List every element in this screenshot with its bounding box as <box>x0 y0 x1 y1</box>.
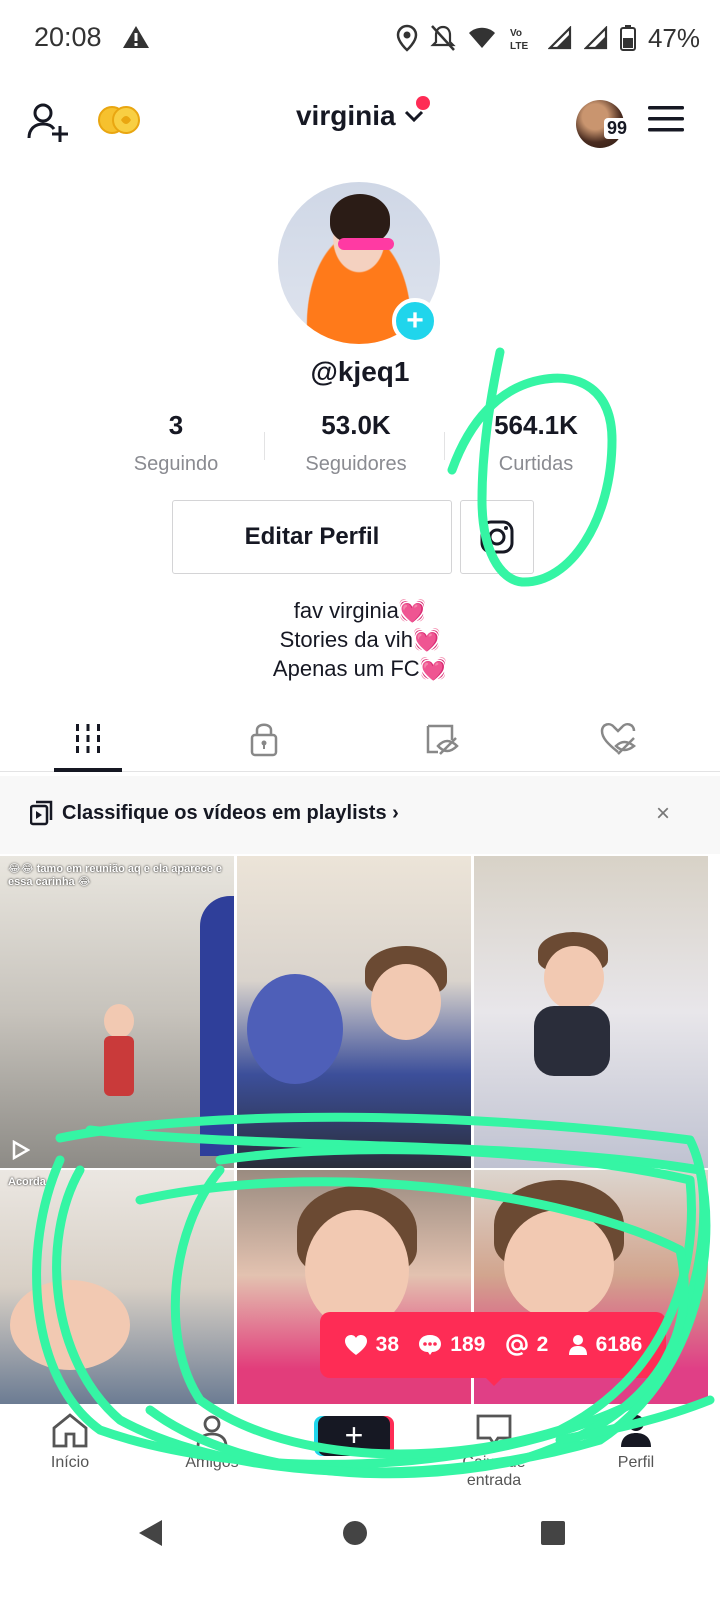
stat-value: 564.1K <box>494 410 578 440</box>
nav-label: Início <box>50 1454 90 1471</box>
tooltip-likes: 38 <box>344 1333 399 1357</box>
video-thumbnail[interactable] <box>474 856 708 1168</box>
grid-icon[interactable] <box>68 718 108 758</box>
eye-off-icon[interactable] <box>422 718 462 758</box>
baby-figure <box>104 1004 134 1038</box>
stat-label: Curtidas <box>498 453 574 475</box>
heart-icon <box>344 1335 367 1355</box>
wifi-icon <box>468 27 495 48</box>
video-thumbnail[interactable]: Acorda <box>0 1170 234 1404</box>
close-icon[interactable]: × <box>656 800 670 828</box>
profile-handle: @kjeq1 <box>310 356 410 387</box>
heart-eye-off-icon[interactable] <box>598 718 638 758</box>
system-nav <box>0 1488 720 1600</box>
baby-clothes <box>104 1036 134 1096</box>
baby-face <box>504 1210 614 1320</box>
nav-inbox[interactable]: Caixa de entrada <box>434 1412 554 1490</box>
play-icon <box>12 1140 30 1160</box>
bio-line: Stories da vih💓 <box>279 627 441 652</box>
home-button-icon[interactable] <box>340 1518 370 1548</box>
baby-face <box>10 1280 130 1370</box>
stat-following[interactable]: 3 Seguindo <box>86 410 266 480</box>
edit-profile-button[interactable]: Editar Perfil <box>172 500 452 574</box>
nav-label: Caixa de entrada <box>462 1454 526 1489</box>
status-bar: 20:08 Vo LTE 47% <box>0 0 720 78</box>
profile-bio: fav virginia💓 Stories da vih💓 Apenas um … <box>0 596 720 683</box>
notification-dot <box>416 96 430 110</box>
recents-icon[interactable] <box>538 1518 568 1548</box>
instagram-button[interactable] <box>460 500 534 574</box>
instagram-icon <box>480 520 514 554</box>
profile-icon <box>621 1415 651 1447</box>
playlist-banner[interactable]: Classifique os vídeos em playlists › × <box>0 776 720 854</box>
plush-toy <box>247 974 343 1084</box>
nav-label: Amigos <box>185 1454 239 1471</box>
menu-icon[interactable] <box>648 104 684 134</box>
back-icon[interactable] <box>136 1518 166 1548</box>
bio-line: fav virginia💓 <box>293 598 427 623</box>
battery-level: 47% <box>647 22 700 53</box>
tooltip-comments: 189 <box>418 1333 485 1357</box>
stat-label: Seguidores <box>305 453 407 475</box>
tooltip-arrow <box>484 1376 504 1386</box>
person-icon <box>568 1335 587 1355</box>
profile-header: virginia 99 <box>0 90 720 154</box>
mute-icon <box>430 25 456 51</box>
baby-face <box>544 946 604 1010</box>
battery-icon <box>619 25 636 51</box>
tooltip-followers: 6186 <box>568 1333 642 1357</box>
baby-pajamas <box>534 1006 610 1076</box>
stat-divider <box>264 432 265 460</box>
stat-divider <box>444 432 445 460</box>
signal-icon <box>547 26 572 50</box>
bottom-nav: Início Amigos + Caixa de entrada Perfil <box>0 1404 720 1489</box>
video-caption: 😂😂 tamo em reunião aq e ela aparece e es… <box>8 863 223 888</box>
person-shape <box>200 896 234 1156</box>
nav-home[interactable]: Início <box>10 1412 130 1472</box>
volte-icon: Vo LTE <box>510 28 528 52</box>
create-button[interactable]: + <box>318 1416 390 1456</box>
signal-icon <box>583 26 608 50</box>
svg-text:Vo: Vo <box>510 28 522 39</box>
stat-value: 3 <box>168 410 184 440</box>
avatar-hair <box>330 194 390 244</box>
status-time: 20:08 <box>34 22 102 52</box>
avatar-glasses <box>338 238 394 250</box>
bio-line: Apenas um FC💓 <box>272 656 448 681</box>
inbox-icon <box>476 1414 512 1447</box>
location-icon <box>396 24 418 52</box>
video-thumbnail[interactable]: 😂😂 tamo em reunião aq e ela aparece e es… <box>0 856 234 1168</box>
playlist-text[interactable]: Classifique os vídeos em playlists › <box>62 802 399 825</box>
comment-icon <box>419 1335 442 1355</box>
baby-face <box>371 964 441 1040</box>
tooltip-mentions: 2 <box>505 1333 548 1357</box>
stat-value: 53.0K <box>321 410 391 440</box>
mention-icon <box>505 1334 528 1356</box>
playlist-icon <box>30 800 53 826</box>
stat-label: Seguindo <box>133 453 219 475</box>
username-switcher[interactable]: virginia <box>296 100 396 132</box>
stat-followers[interactable]: 53.0K Seguidores <box>266 410 446 480</box>
friends-icon <box>196 1415 228 1447</box>
svg-text:LTE: LTE <box>510 41 528 52</box>
nav-label: Perfil <box>617 1454 655 1471</box>
avatar-badge: 99 <box>604 118 631 139</box>
chevron-down-icon[interactable] <box>404 109 424 123</box>
add-story-button[interactable]: + <box>392 298 438 344</box>
stats-tooltip[interactable]: 38 189 2 6186 <box>320 1312 666 1378</box>
home-icon <box>52 1413 88 1448</box>
chevron-right-icon: › <box>392 802 399 824</box>
profile-tabs <box>0 708 720 772</box>
nav-friends[interactable]: Amigos <box>152 1412 272 1472</box>
alert-icon <box>123 26 149 48</box>
stat-likes[interactable]: 564.1K Curtidas <box>446 410 626 480</box>
nav-profile[interactable]: Perfil <box>576 1412 696 1472</box>
lock-icon[interactable] <box>244 718 284 758</box>
video-caption: Acorda <box>8 1176 46 1188</box>
active-tab-indicator <box>54 768 122 772</box>
profile-stats: 3 Seguindo 53.0K Seguidores 564.1K Curti… <box>86 410 626 480</box>
video-thumbnail[interactable] <box>237 856 471 1168</box>
